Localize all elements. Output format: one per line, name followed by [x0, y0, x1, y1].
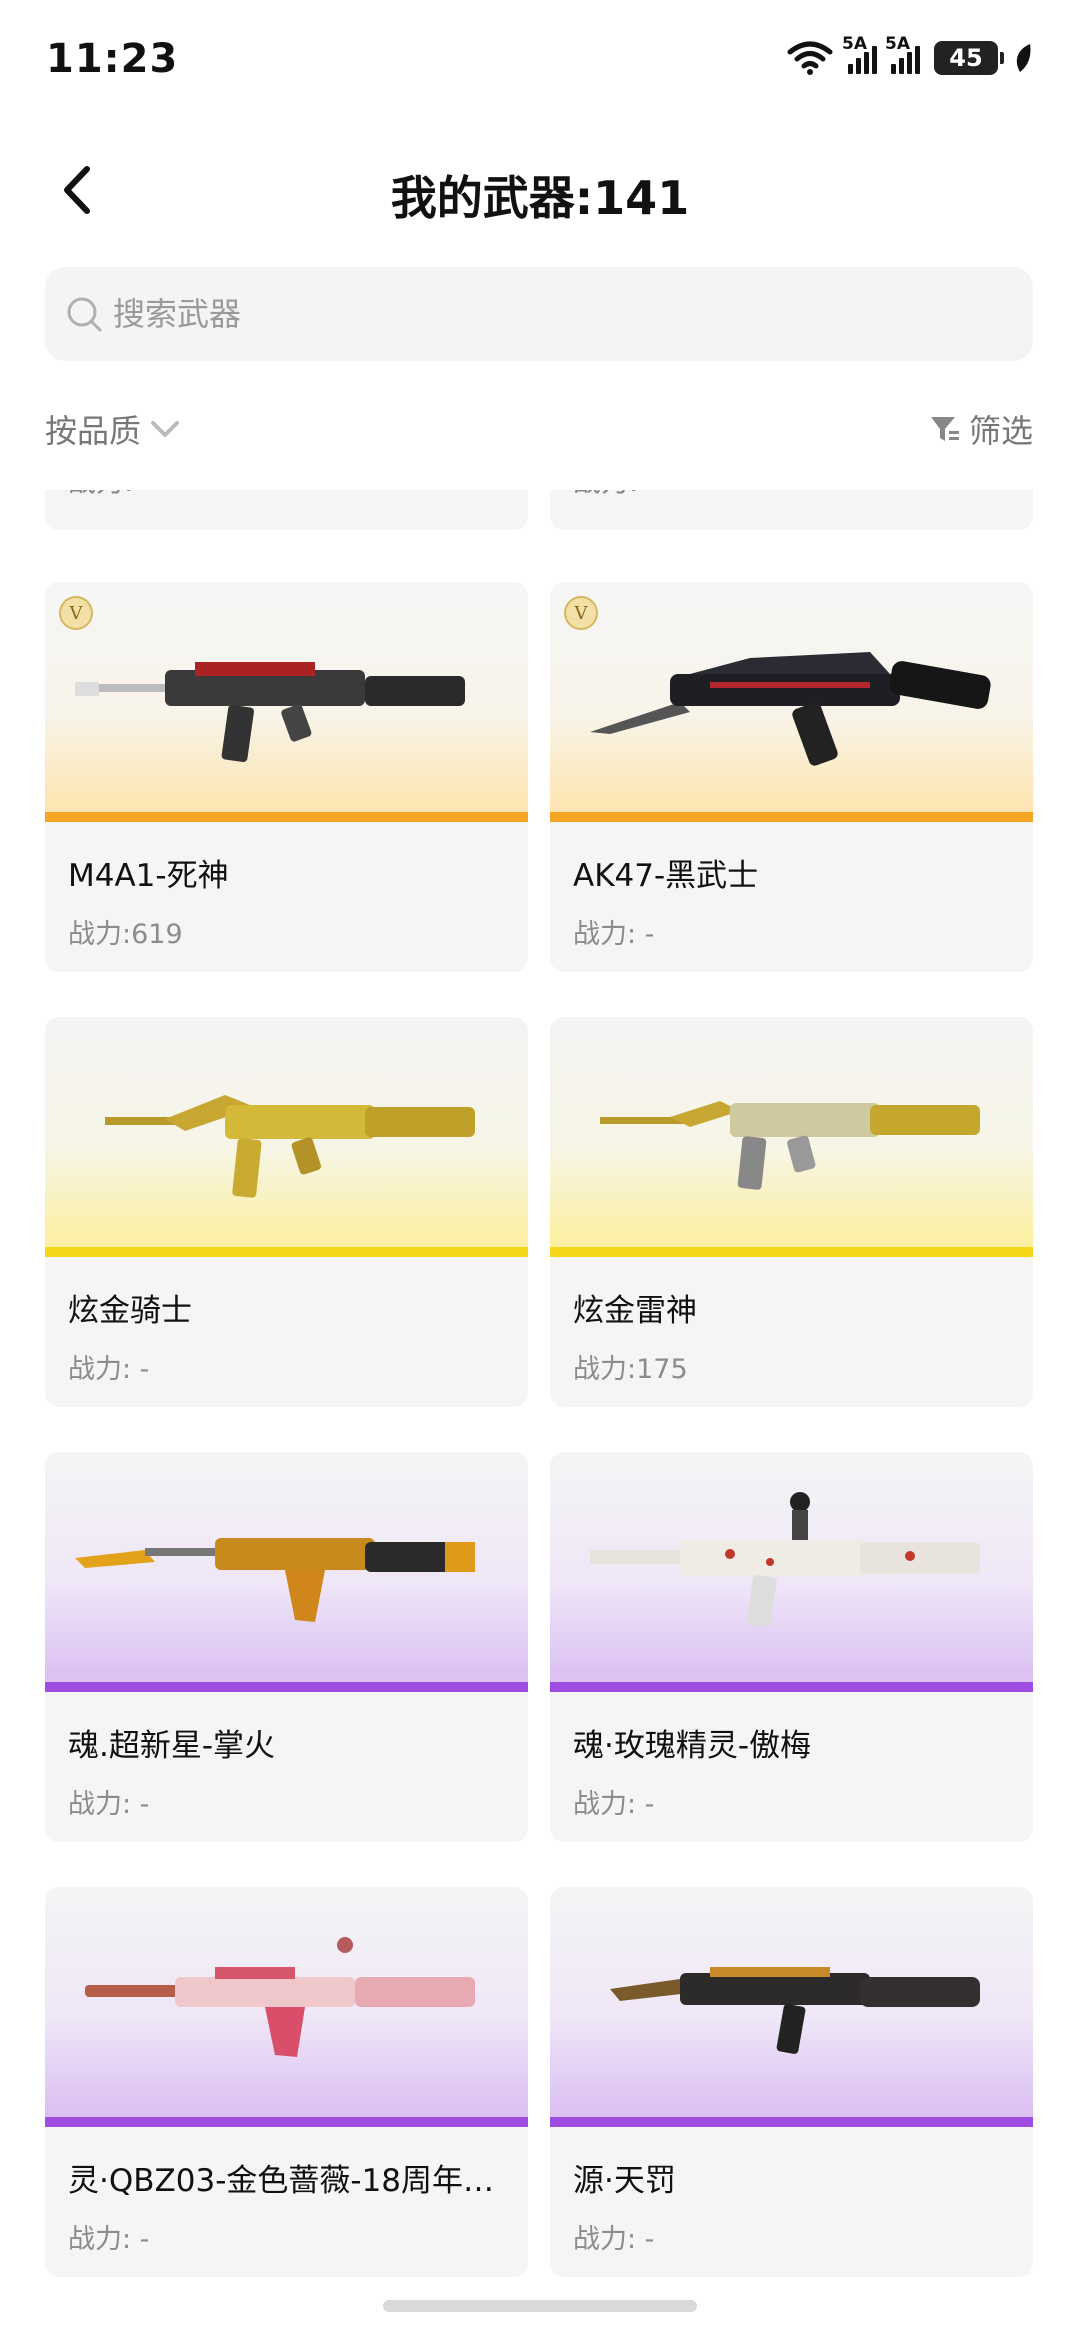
- weapon-image: [45, 1887, 528, 2127]
- weapon-power: 战力: -: [573, 1789, 655, 1820]
- weapon-power: 战力: -: [573, 919, 655, 950]
- weapon-image: [45, 1452, 528, 1692]
- weapon-card-partial[interactable]: 战力: -: [550, 490, 1033, 530]
- weapon-card[interactable]: 炫金骑士 战力: -: [45, 1017, 528, 1407]
- weapon-name: 炫金骑士: [68, 1293, 192, 1329]
- filter-funnel-icon: [930, 417, 959, 441]
- weapon-power: 战力: -: [68, 1789, 150, 1820]
- filter-label: 筛选: [968, 412, 1033, 450]
- weapon-name: 灵·QBZ03-金色蔷薇-18周年…: [68, 2163, 495, 2199]
- weapon-power: 战力: -: [573, 2224, 655, 2255]
- rarity-bar: [45, 1247, 528, 1257]
- chevron-down-icon: [151, 421, 180, 437]
- battery-icon: 45: [934, 41, 1004, 75]
- weapon-image: [550, 1017, 1033, 1257]
- filter-button[interactable]: 筛选: [929, 406, 1033, 452]
- rarity-bar: [45, 2117, 528, 2127]
- search-input[interactable]: [113, 295, 913, 333]
- wifi-icon: [787, 41, 833, 75]
- v-badge-icon: V: [59, 596, 93, 630]
- home-indicator[interactable]: [383, 2300, 697, 2312]
- search-icon: [67, 297, 102, 332]
- rifle-image: [85, 1937, 475, 2057]
- signal-icon: 5A: [842, 34, 877, 74]
- weapon-power: 战力: -: [68, 2224, 150, 2255]
- rarity-bar: [550, 1247, 1033, 1257]
- filter-row: 按品质 筛选: [45, 398, 1033, 458]
- rifle-image: [600, 1101, 980, 1190]
- weapon-power: 战力: -: [68, 1354, 150, 1385]
- weapon-power: 战力:175: [573, 1354, 688, 1385]
- weapon-name: AK47-黑武士: [573, 858, 759, 894]
- leaf-icon: [1016, 44, 1031, 72]
- weapon-image: [45, 1017, 528, 1257]
- page-title: 我的武器:141: [390, 171, 690, 225]
- rarity-bar: [550, 1682, 1033, 1692]
- search-bar[interactable]: [45, 267, 1033, 361]
- weapon-card[interactable]: 源·天罚 战力: -: [550, 1887, 1033, 2277]
- weapon-name: 炫金雷神: [573, 1293, 697, 1329]
- weapon-card[interactable]: 魂.超新星-掌火 战力: -: [45, 1452, 528, 1842]
- weapon-name: 源·天罚: [573, 2163, 676, 2199]
- rifle-image: [590, 1492, 980, 1627]
- sort-label: 按品质: [45, 412, 142, 450]
- status-icons: 5A 5A 45: [786, 34, 1034, 76]
- rarity-bar: [45, 1682, 528, 1692]
- rarity-bar: [550, 2117, 1033, 2127]
- weapon-image: [45, 582, 528, 822]
- signal-label: 5A: [885, 34, 910, 54]
- header: 我的武器:141: [0, 140, 1080, 240]
- weapon-name: 魂·玫瑰精灵-傲梅: [573, 1728, 812, 1764]
- weapon-image: [550, 1452, 1033, 1692]
- weapon-list[interactable]: 战力: - 战力: - V M4A1-死神 战力:619: [0, 490, 1080, 2331]
- status-time: 11:23: [46, 36, 179, 82]
- v-badge-icon: V: [564, 596, 598, 630]
- weapon-card[interactable]: V AK47-黑武士 战力: -: [550, 582, 1033, 972]
- signal-icon: 5A: [885, 34, 920, 74]
- weapon-image: [550, 1887, 1033, 2127]
- weapon-name: 魂.超新星-掌火: [68, 1728, 276, 1764]
- weapon-image: [550, 582, 1033, 822]
- rifle-image: [105, 1095, 475, 1198]
- weapon-card[interactable]: 灵·QBZ03-金色蔷薇-18周年… 战力: -: [45, 1887, 528, 2277]
- weapon-power: 战力: -: [68, 490, 152, 500]
- signal-label: 5A: [842, 34, 867, 54]
- weapon-card[interactable]: V M4A1-死神 战力:619: [45, 582, 528, 972]
- weapon-card-partial[interactable]: 战力: -: [45, 490, 528, 530]
- rarity-bar: [550, 812, 1033, 822]
- weapon-card[interactable]: 魂·玫瑰精灵-傲梅 战力: -: [550, 1452, 1033, 1842]
- rifle-image: [75, 1538, 475, 1622]
- rifle-image: [75, 662, 465, 763]
- status-bar: 11:23 5A 5A 45: [0, 0, 1080, 120]
- rifle-image: [610, 1967, 980, 2054]
- sort-dropdown[interactable]: 按品质: [45, 406, 181, 452]
- weapon-name: M4A1-死神: [68, 858, 229, 894]
- rarity-bar: [45, 812, 528, 822]
- weapon-card[interactable]: 炫金雷神 战力:175: [550, 1017, 1033, 1407]
- rifle-image: [590, 652, 991, 766]
- weapon-power: 战力: -: [573, 490, 657, 500]
- weapon-power: 战力:619: [68, 919, 183, 950]
